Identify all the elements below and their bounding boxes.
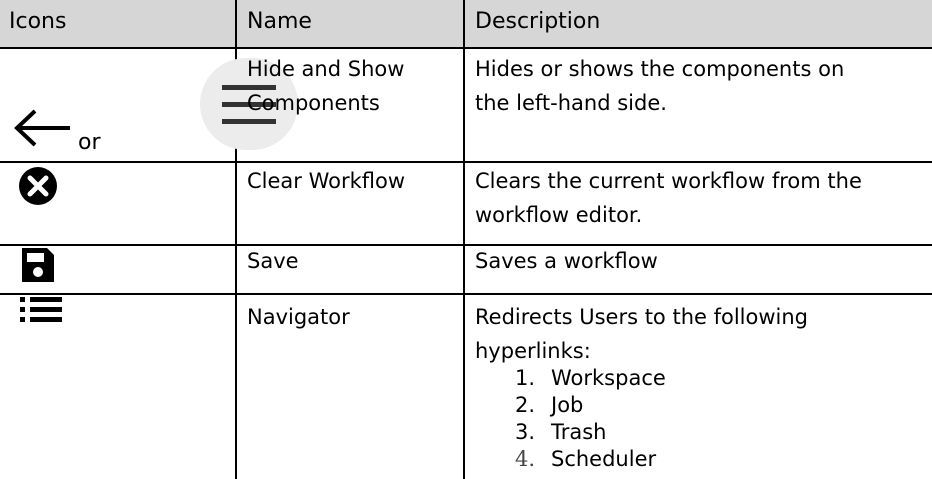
row-name: Clear Workflow <box>247 169 406 193</box>
header-name: Name <box>247 9 312 34</box>
list-icon <box>20 297 62 327</box>
list-number: 2. <box>515 393 536 417</box>
row-name: Navigator <box>247 305 350 329</box>
list-label: Job <box>551 393 584 417</box>
row-description: Clears the current workflow from the <box>475 169 862 193</box>
table-rule <box>0 244 932 246</box>
list-label: Trash <box>551 420 607 444</box>
or-text: or <box>78 130 101 155</box>
clear-circle-icon <box>18 166 58 210</box>
header-description: Description <box>475 9 601 34</box>
arrow-left-icon <box>10 108 70 152</box>
list-number: 1. <box>515 366 536 390</box>
row-name: Save <box>247 249 299 273</box>
icons-reference-table: Icons Name Description or Hide and Show … <box>0 0 932 479</box>
list-item: 2. Job <box>515 392 583 418</box>
list-item: 4. Scheduler <box>515 446 656 472</box>
header-icons: Icons <box>9 9 67 34</box>
list-label: Scheduler <box>551 447 657 471</box>
save-floppy-icon <box>20 246 56 288</box>
list-number: 3. <box>515 420 536 444</box>
row-name: Hide and Show <box>247 57 405 81</box>
list-number: 4. <box>515 447 536 471</box>
table-rule <box>0 161 932 163</box>
row-name: Components <box>247 91 380 115</box>
column-rule <box>463 0 465 479</box>
table-header-row <box>0 0 932 49</box>
list-item: 1. Workspace <box>515 365 666 391</box>
table-rule <box>0 293 932 295</box>
row-description: workflow editor. <box>475 203 643 227</box>
row-description: Redirects Users to the following <box>475 305 809 329</box>
row-description: Hides or shows the components on <box>475 57 845 81</box>
row-description: hyperlinks: <box>475 339 591 363</box>
list-item: 3. Trash <box>515 419 607 445</box>
table-rule <box>0 47 932 49</box>
list-label: Workspace <box>551 366 666 390</box>
row-description: the left-hand side. <box>475 91 667 115</box>
row-description: Saves a workflow <box>475 249 658 273</box>
